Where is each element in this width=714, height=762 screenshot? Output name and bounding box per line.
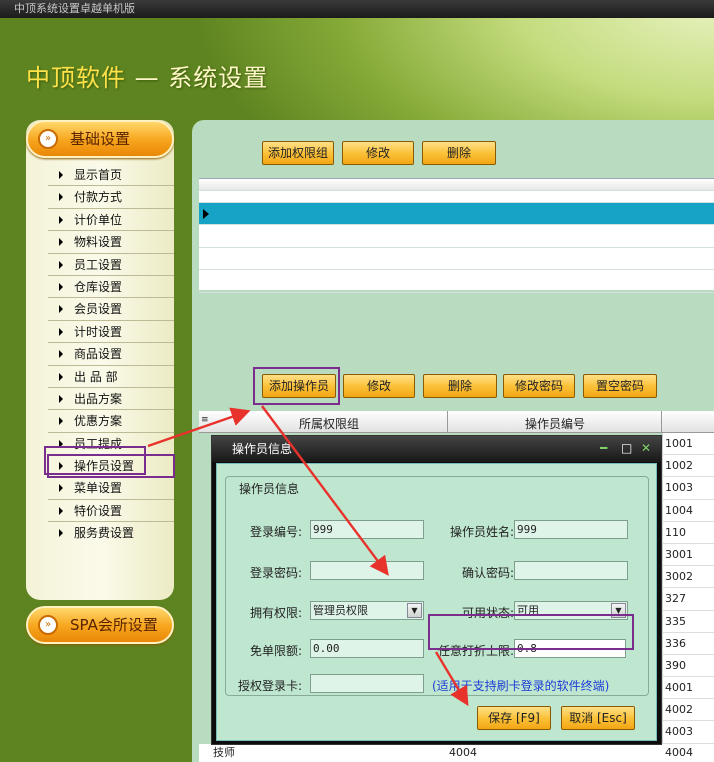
arrow-add-to-permission [261, 405, 389, 576]
arrow-sidebar-to-add [147, 407, 251, 448]
annotation-arrows [147, 405, 469, 707]
arrow-discount-to-save [434, 651, 469, 707]
